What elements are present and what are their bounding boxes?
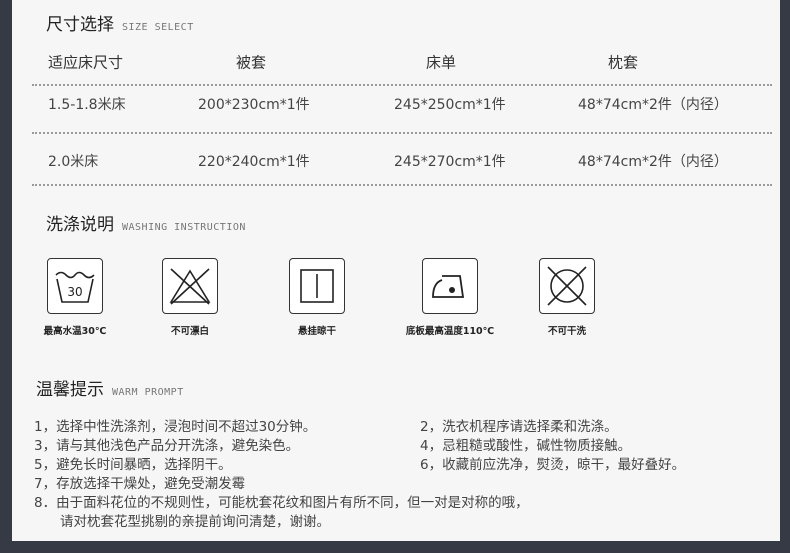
cell-bed-sheet: 245*250cm*1件 (394, 97, 506, 113)
iron-medium-icon (422, 258, 478, 314)
tip-note-line1: 8．由于面料花位的不规则性，可能枕套花纹和图片有所不同，但一对是对称的哦， (34, 495, 529, 511)
prompt-section-title: 温馨提示 WARM PROMPT (36, 375, 184, 400)
header-bed-sheet: 床单 (426, 53, 457, 72)
dotted-divider (32, 132, 772, 134)
tip-item: 6，收藏前应洗净，熨烫，晾干，最好叠好。 (420, 457, 686, 473)
wash-icon-item: 悬挂晾干 (262, 258, 372, 337)
cell-pillowcase: 48*74cm*2件（内径） (578, 97, 728, 113)
tip-item: 4，忌粗糙或酸性，碱性物质接触。 (420, 438, 632, 454)
wash-title-cn: 洗涤说明 (46, 215, 114, 235)
size-title-en: SIZE SELECT (122, 22, 194, 33)
table-row: 2.0米床 220*240cm*1件 245*270cm*1件 48*74cm*… (12, 142, 780, 180)
tip-item: 5，避免长时间暴晒，选择阴干。 (34, 457, 232, 473)
no-dry-clean-icon (539, 258, 595, 314)
tip-item: 3，请与其他浅色产品分开洗涤，避免染色。 (34, 438, 300, 454)
tip-item: 1，选择中性洗涤剂，浸泡时间不超过30分钟。 (34, 419, 317, 435)
dotted-divider (32, 184, 772, 186)
tip-item: 7，存放选择干燥处，避免受潮发霉 (34, 476, 246, 492)
hang-dry-icon (289, 258, 345, 314)
wash-icon-label: 不可干洗 (547, 326, 586, 337)
wash-icons-row: 30 最高水温30℃ 不可漂白 悬挂晾干 底板最高温度110℃ 不可干洗 (12, 258, 780, 340)
size-table: 适应床尺寸 被套 床单 枕套 1.5-1.8米床 200*230cm*1件 24… (12, 44, 780, 186)
no-bleach-icon (162, 258, 218, 314)
wash-icon-item: 30 最高水温30℃ (20, 258, 130, 337)
size-table-header: 适应床尺寸 被套 床单 枕套 (12, 44, 780, 80)
header-duvet-cover: 被套 (236, 53, 267, 72)
cell-duvet-cover: 220*240cm*1件 (198, 154, 310, 170)
cell-bed-size: 2.0米床 (48, 154, 99, 170)
product-info-sheet: 尺寸选择 SIZE SELECT 适应床尺寸 被套 床单 枕套 1.5-1.8米… (12, 0, 780, 541)
cell-duvet-cover: 200*230cm*1件 (198, 97, 310, 113)
size-title-cn: 尺寸选择 (46, 15, 114, 35)
tip-note-line2: 请对枕套花型挑剔的亲提前询问清楚，谢谢。 (60, 514, 330, 530)
header-bed-size: 适应床尺寸 (48, 53, 124, 72)
wash-icon-item: 不可漂白 (135, 258, 245, 337)
prompt-title-cn: 温馨提示 (36, 380, 104, 400)
cell-pillowcase: 48*74cm*2件（内径） (578, 154, 728, 170)
wash-icon-label: 底板最高温度110℃ (405, 326, 495, 337)
wash-temp-text: 30 (67, 285, 82, 299)
wash-icon-item: 底板最高温度110℃ (395, 258, 505, 337)
wash-icon-item: 不可干洗 (512, 258, 622, 337)
tip-item: 2，洗衣机程序请选择柔和洗涤。 (420, 419, 618, 435)
table-row: 1.5-1.8米床 200*230cm*1件 245*250cm*1件 48*7… (12, 85, 780, 123)
cell-bed-sheet: 245*270cm*1件 (394, 154, 506, 170)
size-section-title: 尺寸选择 SIZE SELECT (46, 10, 194, 35)
header-pillowcase: 枕套 (608, 53, 639, 72)
wash-title-en: WASHING INSTRUCTION (122, 222, 246, 233)
cell-bed-size: 1.5-1.8米床 (48, 97, 126, 113)
wash-section-title: 洗涤说明 WASHING INSTRUCTION (46, 210, 246, 235)
wash-icon-label: 悬挂晾干 (297, 326, 336, 337)
prompt-title-en: WARM PROMPT (112, 387, 184, 398)
wash-icon-label: 最高水温30℃ (43, 326, 107, 337)
wash-icon-label: 不可漂白 (170, 326, 209, 337)
wash-30-icon: 30 (47, 258, 103, 314)
